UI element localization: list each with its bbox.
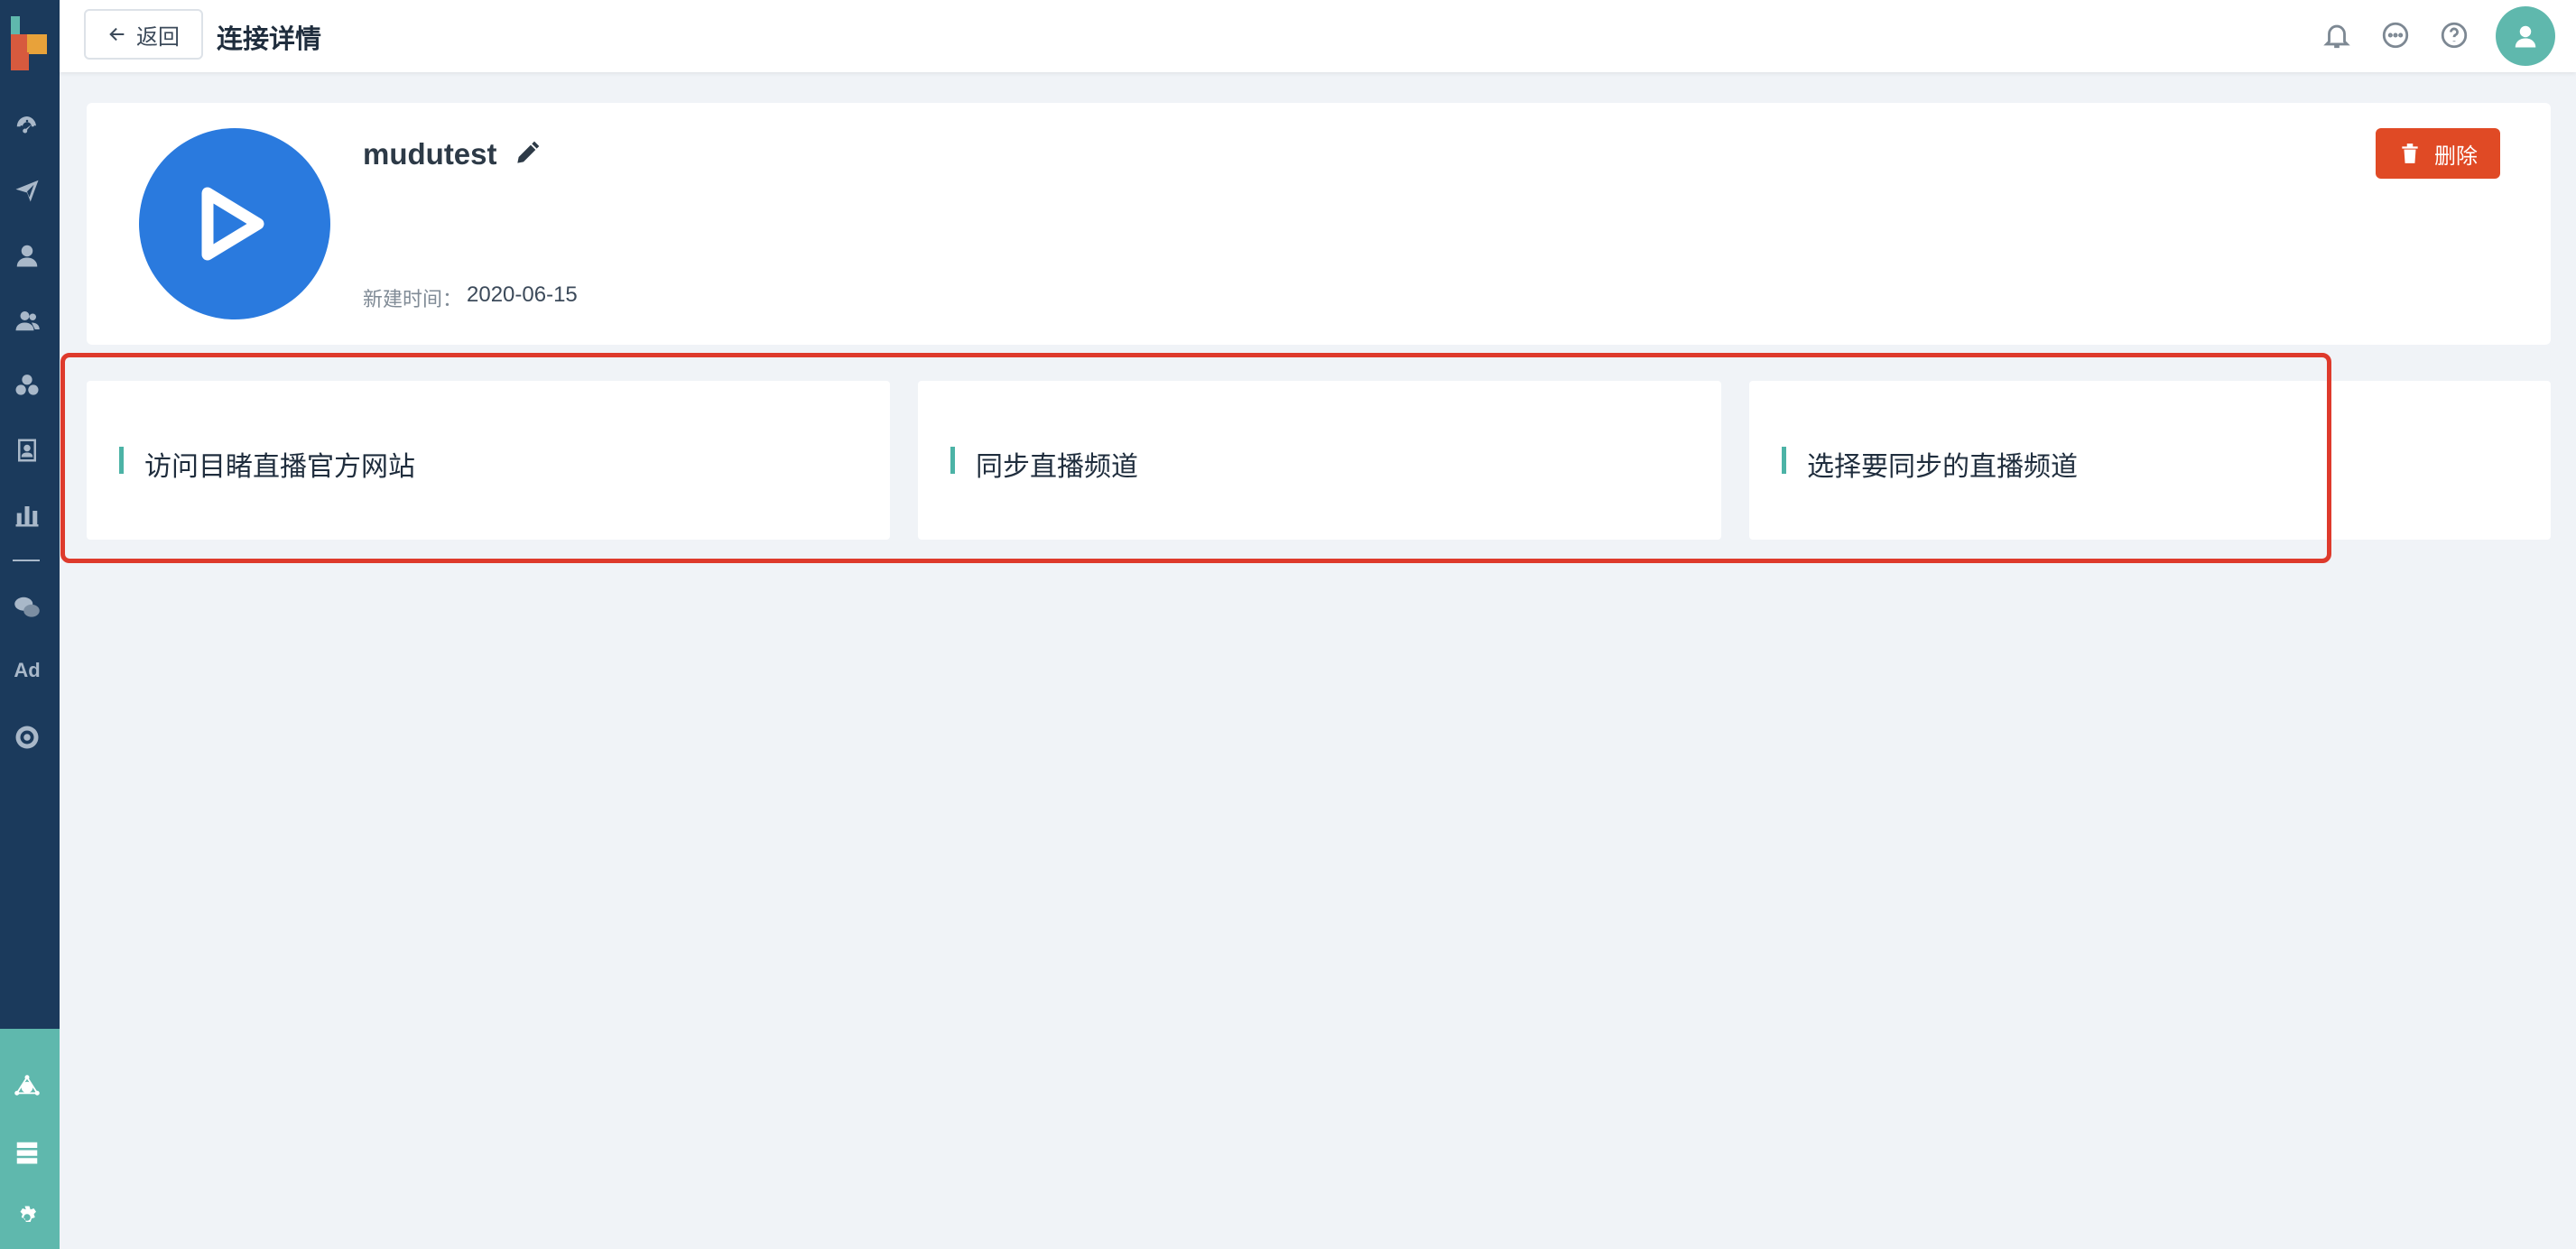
wechat-icon[interactable] — [12, 592, 42, 623]
trash-icon — [2402, 143, 2418, 163]
delete-label: 删除 — [2434, 143, 2478, 169]
edit-icon[interactable] — [513, 139, 542, 168]
arrow-left-icon — [109, 27, 125, 42]
connection-name: mudutest — [363, 137, 497, 171]
top-bar: 返回 连接详情 — [60, 0, 2576, 72]
step-label: 选择要同步的直播频道 — [1807, 452, 2078, 482]
step-card-2[interactable]: 同步直播频道 — [918, 381, 1721, 540]
step-accent-bar — [950, 447, 955, 474]
users-icon[interactable] — [12, 305, 42, 336]
step-accent-bar — [1782, 447, 1786, 474]
dashboard-icon[interactable] — [12, 110, 42, 141]
delete-button[interactable]: 删除 — [2376, 128, 2500, 179]
bar-chart-icon[interactable] — [12, 500, 42, 531]
step-accent-bar — [119, 447, 124, 474]
help-icon[interactable] — [2439, 20, 2469, 51]
sidebar: Ad — [0, 0, 60, 1249]
app-logo — [139, 128, 330, 319]
step-card-3[interactable]: 选择要同步的直播频道 — [1749, 381, 2551, 540]
avatar[interactable] — [2496, 6, 2555, 66]
brand-logo[interactable] — [11, 16, 49, 70]
user-icon — [2515, 25, 2536, 48]
integration-icon[interactable] — [12, 1072, 42, 1103]
contact-card-icon[interactable] — [12, 435, 42, 466]
play-icon — [201, 187, 264, 261]
created-time-label: 新建时间： — [363, 288, 463, 310]
segments-icon[interactable] — [12, 370, 42, 401]
chat-icon[interactable] — [2380, 20, 2411, 51]
settings-icon[interactable] — [12, 1202, 42, 1233]
step-card-1[interactable]: 访问目睹直播官方网站 — [87, 381, 890, 540]
created-time-value: 2020-06-15 — [467, 282, 578, 307]
server-icon[interactable] — [12, 1137, 42, 1168]
ad-icon[interactable]: Ad — [9, 659, 45, 682]
sidebar-bottom-section — [0, 1029, 60, 1249]
bell-icon[interactable] — [2321, 20, 2352, 51]
connection-profile-card: mudutest 新建时间： 2020-06-15 删除 — [87, 103, 2551, 345]
target-icon[interactable] — [12, 722, 42, 753]
step-label: 访问目睹直播官方网站 — [144, 452, 415, 482]
send-icon[interactable] — [12, 175, 42, 206]
user-icon[interactable] — [12, 240, 42, 271]
sidebar-divider — [13, 560, 40, 561]
back-label: 返回 — [136, 24, 180, 50]
page-title: 连接详情 — [217, 25, 322, 54]
step-label: 同步直播频道 — [976, 452, 1138, 482]
back-button[interactable]: 返回 — [84, 9, 203, 60]
